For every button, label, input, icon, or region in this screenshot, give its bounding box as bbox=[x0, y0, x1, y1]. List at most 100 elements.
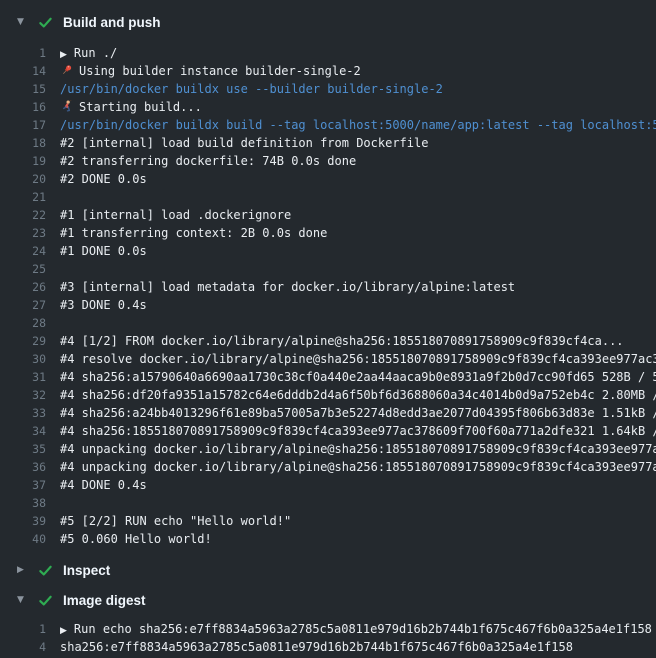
log-text bbox=[46, 260, 656, 278]
section-header-inspect[interactable]: ▶ Inspect bbox=[0, 556, 656, 584]
line-number[interactable]: 34 bbox=[0, 422, 46, 440]
log-line: 36#4 unpacking docker.io/library/alpine@… bbox=[0, 458, 656, 476]
line-number[interactable]: 32 bbox=[0, 386, 46, 404]
log-text: #2 [internal] load build definition from… bbox=[46, 134, 656, 152]
section-image-digest: ▼ Image digest 1▶Run echo sha256:e7ff883… bbox=[0, 586, 656, 658]
log-text: #3 DONE 0.4s bbox=[46, 296, 656, 314]
chevron-right-icon: ▶ bbox=[17, 556, 27, 584]
line-number[interactable]: 14 bbox=[0, 62, 46, 80]
log-text: ▶Run ./ bbox=[46, 44, 656, 62]
log-text: Starting build... bbox=[46, 98, 656, 116]
runner-icon bbox=[60, 100, 74, 113]
pushpin-icon bbox=[60, 64, 74, 77]
log-line: 14Using builder instance builder-single-… bbox=[0, 62, 656, 80]
log-text: ▶Run echo sha256:e7ff8834a5963a2785c5a08… bbox=[46, 620, 656, 638]
command-text: /usr/bin/docker buildx use --builder bui… bbox=[46, 80, 656, 98]
log-line: 16Starting build... bbox=[0, 98, 656, 116]
line-number[interactable]: 38 bbox=[0, 494, 46, 512]
line-number[interactable]: 19 bbox=[0, 152, 46, 170]
log-text: Using builder instance builder-single-2 bbox=[46, 62, 656, 80]
line-number[interactable]: 4 bbox=[0, 638, 46, 656]
expand-run-icon[interactable]: ▶ bbox=[60, 622, 67, 638]
section-inspect: ▶ Inspect bbox=[0, 556, 656, 584]
line-number[interactable]: 26 bbox=[0, 278, 46, 296]
log-text: #1 transferring context: 2B 0.0s done bbox=[46, 224, 656, 242]
log-line: 35#4 unpacking docker.io/library/alpine@… bbox=[0, 440, 656, 458]
log-line: 29#4 [1/2] FROM docker.io/library/alpine… bbox=[0, 332, 656, 350]
log-text: #4 unpacking docker.io/library/alpine@sh… bbox=[46, 458, 656, 476]
actions-log-viewer: ▼ Build and push 1▶Run ./14Using builder… bbox=[0, 0, 656, 658]
success-check-icon bbox=[38, 563, 54, 578]
log-line: 30#4 resolve docker.io/library/alpine@sh… bbox=[0, 350, 656, 368]
log-line: 34#4 sha256:185518070891758909c9f839cf4c… bbox=[0, 422, 656, 440]
log-line: 32#4 sha256:df20fa9351a15782c64e6dddb2d4… bbox=[0, 386, 656, 404]
section-title: Image digest bbox=[63, 593, 146, 608]
log-text: #5 0.060 Hello world! bbox=[46, 530, 656, 548]
line-number[interactable]: 18 bbox=[0, 134, 46, 152]
section-log-lines: 1▶Run ./14Using builder instance builder… bbox=[0, 36, 656, 556]
line-number[interactable]: 20 bbox=[0, 170, 46, 188]
log-line: 33#4 sha256:a24bb4013296f61e89ba57005a7b… bbox=[0, 404, 656, 422]
log-line: 27#3 DONE 0.4s bbox=[0, 296, 656, 314]
log-line: 24#1 DONE 0.0s bbox=[0, 242, 656, 260]
log-line: 17/usr/bin/docker buildx build --tag loc… bbox=[0, 116, 656, 134]
line-number[interactable]: 28 bbox=[0, 314, 46, 332]
log-line: 25 bbox=[0, 260, 656, 278]
line-number[interactable]: 36 bbox=[0, 458, 46, 476]
log-text: #4 [1/2] FROM docker.io/library/alpine@s… bbox=[46, 332, 656, 350]
line-number[interactable]: 40 bbox=[0, 530, 46, 548]
log-line: 21 bbox=[0, 188, 656, 206]
line-number[interactable]: 37 bbox=[0, 476, 46, 494]
log-text: #4 resolve docker.io/library/alpine@sha2… bbox=[46, 350, 656, 368]
line-number[interactable]: 23 bbox=[0, 224, 46, 242]
line-number[interactable]: 39 bbox=[0, 512, 46, 530]
log-text bbox=[46, 314, 656, 332]
log-text: #4 DONE 0.4s bbox=[46, 476, 656, 494]
line-number[interactable]: 25 bbox=[0, 260, 46, 278]
log-line: 39#5 [2/2] RUN echo "Hello world!" bbox=[0, 512, 656, 530]
success-check-icon bbox=[38, 15, 54, 30]
log-text: #4 sha256:df20fa9351a15782c64e6dddb2d4a6… bbox=[46, 386, 656, 404]
log-line: 19#2 transferring dockerfile: 74B 0.0s d… bbox=[0, 152, 656, 170]
log-line: 31#4 sha256:a15790640a6690aa1730c38cf0a4… bbox=[0, 368, 656, 386]
section-header-image-digest[interactable]: ▼ Image digest bbox=[0, 586, 656, 614]
chevron-down-icon: ▼ bbox=[17, 586, 27, 614]
line-number[interactable]: 31 bbox=[0, 368, 46, 386]
line-number[interactable]: 1 bbox=[0, 44, 46, 62]
chevron-down-icon: ▼ bbox=[17, 8, 27, 36]
log-line: 23#1 transferring context: 2B 0.0s done bbox=[0, 224, 656, 242]
section-build-and-push: ▼ Build and push 1▶Run ./14Using builder… bbox=[0, 8, 656, 556]
success-check-icon bbox=[38, 593, 54, 608]
line-number[interactable]: 22 bbox=[0, 206, 46, 224]
command-text: /usr/bin/docker buildx build --tag local… bbox=[46, 116, 656, 134]
line-number[interactable]: 33 bbox=[0, 404, 46, 422]
line-number[interactable]: 35 bbox=[0, 440, 46, 458]
line-number[interactable]: 1 bbox=[0, 620, 46, 638]
line-number[interactable]: 27 bbox=[0, 296, 46, 314]
line-number[interactable]: 15 bbox=[0, 80, 46, 98]
line-number[interactable]: 24 bbox=[0, 242, 46, 260]
log-line: 22#1 [internal] load .dockerignore bbox=[0, 206, 656, 224]
expand-run-icon[interactable]: ▶ bbox=[60, 46, 67, 62]
section-header-build-and-push[interactable]: ▼ Build and push bbox=[0, 8, 656, 36]
log-text: #2 transferring dockerfile: 74B 0.0s don… bbox=[46, 152, 656, 170]
line-number[interactable]: 16 bbox=[0, 98, 46, 116]
log-line: 28 bbox=[0, 314, 656, 332]
log-line: 40#5 0.060 Hello world! bbox=[0, 530, 656, 548]
log-text: #1 [internal] load .dockerignore bbox=[46, 206, 656, 224]
log-text: #3 [internal] load metadata for docker.i… bbox=[46, 278, 656, 296]
log-text: #4 sha256:a24bb4013296f61e89ba57005a7b3e… bbox=[46, 404, 656, 422]
log-line: 18#2 [internal] load build definition fr… bbox=[0, 134, 656, 152]
log-line: 1▶Run echo sha256:e7ff8834a5963a2785c5a0… bbox=[0, 620, 656, 638]
line-number[interactable]: 30 bbox=[0, 350, 46, 368]
line-number[interactable]: 29 bbox=[0, 332, 46, 350]
log-line: 1▶Run ./ bbox=[0, 44, 656, 62]
line-number[interactable]: 21 bbox=[0, 188, 46, 206]
section-title: Build and push bbox=[63, 15, 161, 30]
log-text bbox=[46, 494, 656, 512]
log-text bbox=[46, 188, 656, 206]
log-line: 20#2 DONE 0.0s bbox=[0, 170, 656, 188]
log-text: #1 DONE 0.0s bbox=[46, 242, 656, 260]
line-number[interactable]: 17 bbox=[0, 116, 46, 134]
section-title: Inspect bbox=[63, 563, 110, 578]
